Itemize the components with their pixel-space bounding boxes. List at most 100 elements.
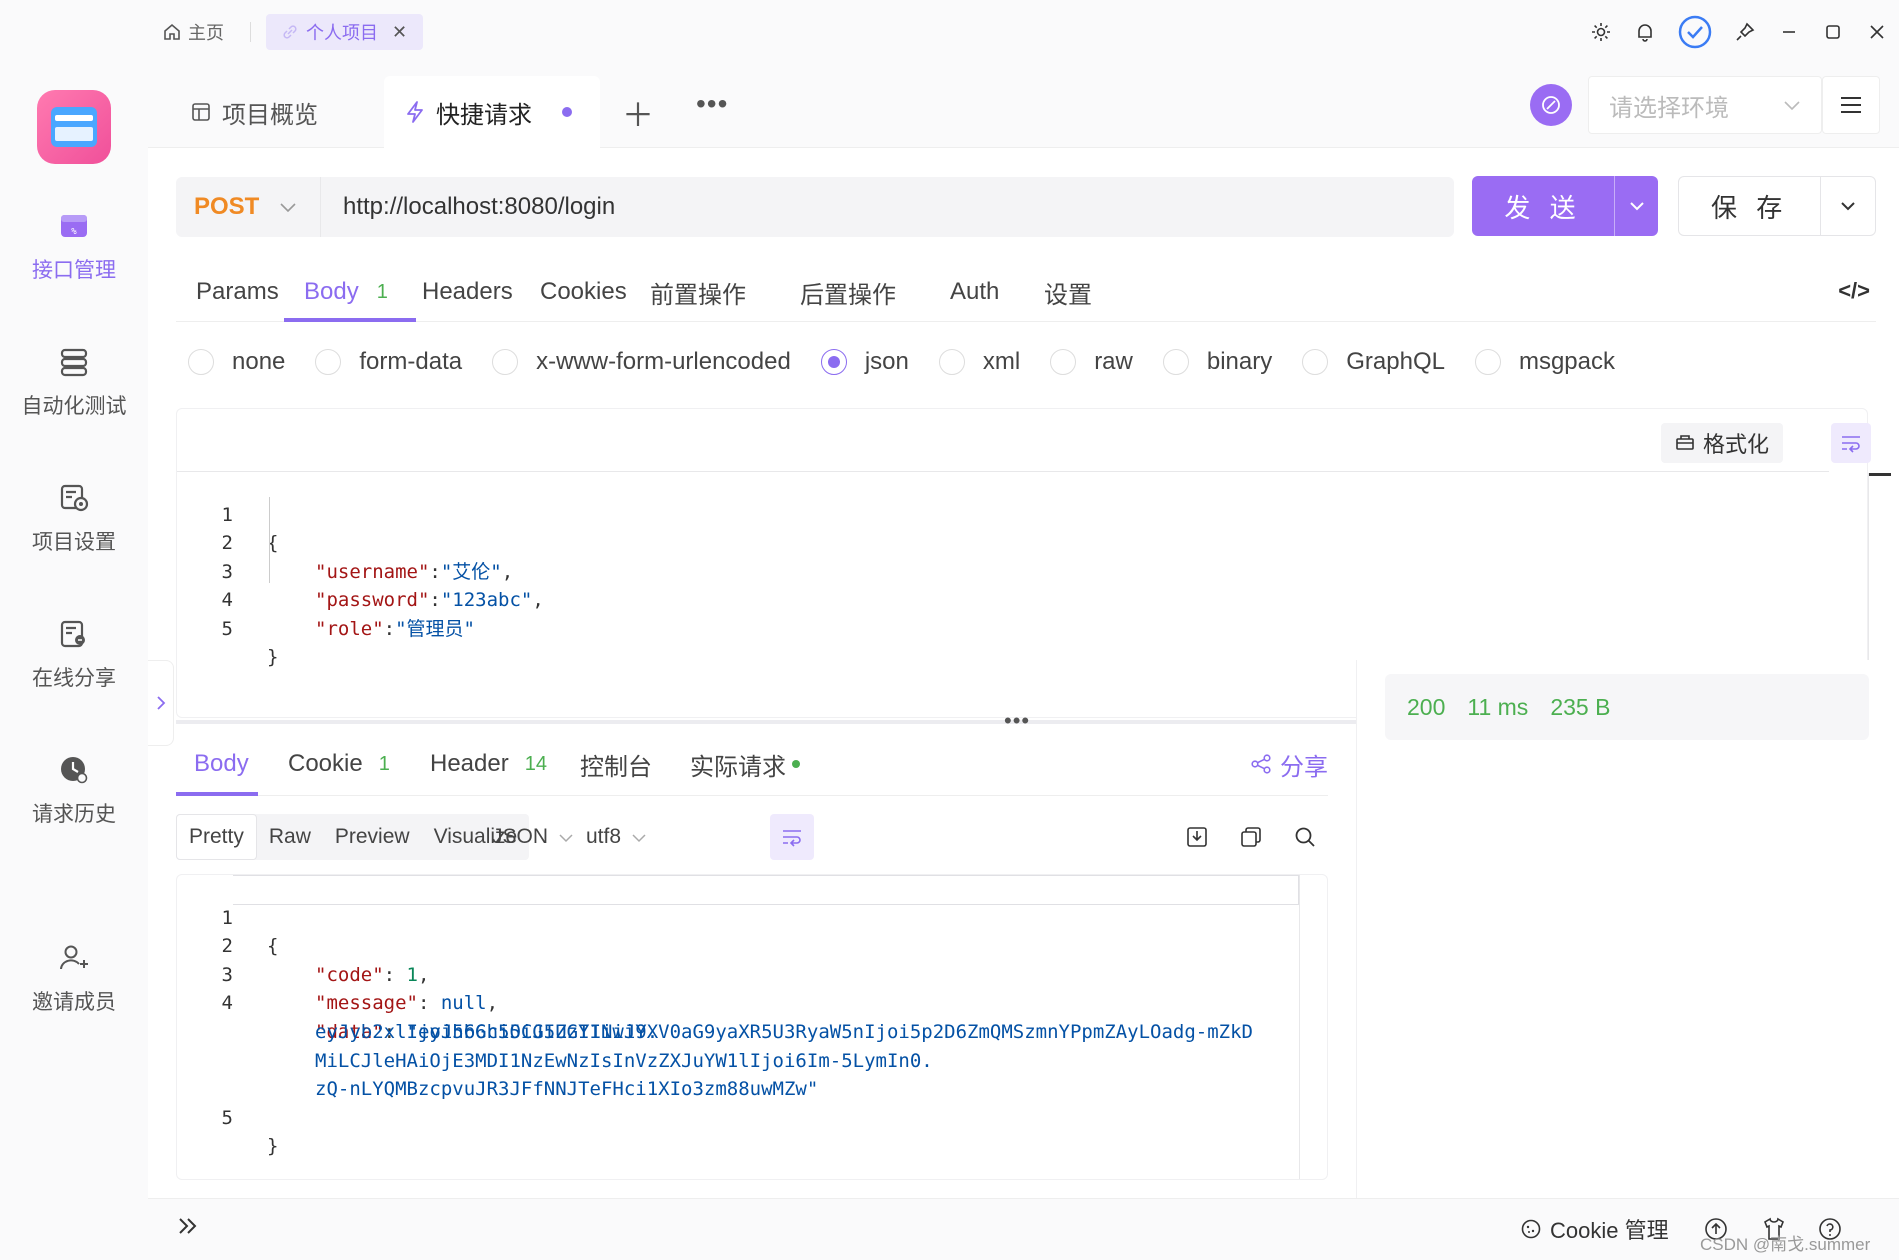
tab-response-body[interactable]: Body	[194, 734, 249, 794]
gear-icon[interactable]	[1579, 12, 1623, 52]
code-line: 4 "data": "eyJhbGciOiJIUzI1NiJ9.	[177, 961, 1299, 1043]
send-button-label: 发 送	[1504, 192, 1582, 223]
hamburger-menu-button[interactable]	[1822, 76, 1880, 134]
title-separator	[250, 22, 251, 42]
response-body-viewer[interactable]: 1 { 2 "code": 1, 3 "message": null, 4 "d…	[176, 874, 1328, 1180]
environment-icon[interactable]	[1530, 84, 1572, 126]
code-view-toggle[interactable]: </>	[1838, 278, 1870, 304]
mode-preview[interactable]: Preview	[323, 814, 422, 860]
radio-xml[interactable]: xml	[938, 348, 1020, 376]
format-select[interactable]: JSON	[492, 814, 574, 860]
tab-pre-operations[interactable]: 前置操作	[650, 262, 746, 322]
radio-graphql[interactable]: GraphQL	[1302, 348, 1445, 376]
tab-console[interactable]: 控制台	[580, 734, 652, 794]
tab-params[interactable]: Params	[196, 262, 279, 322]
method-select[interactable]: POST	[176, 177, 321, 237]
code-line: 5 }	[177, 1075, 1299, 1158]
download-button[interactable]	[1180, 820, 1214, 854]
sidebar-item-automation[interactable]: 自动化测试	[0, 344, 148, 420]
close-icon[interactable]	[1855, 12, 1899, 52]
tab-actual-request[interactable]: 实际请求	[690, 734, 800, 794]
maximize-icon[interactable]	[1811, 12, 1855, 52]
cookie-manager-label: Cookie 管理	[1550, 1218, 1669, 1243]
tab-count-badge: 1	[378, 752, 390, 775]
editor-scroll-marker	[1869, 473, 1891, 476]
sidebar-item-label: 接口管理	[32, 259, 116, 282]
radio-json[interactable]: json	[820, 348, 909, 376]
download-icon	[1187, 827, 1207, 847]
radio-x-www-form-urlencoded[interactable]: x-www-form-urlencoded	[492, 348, 791, 376]
pin-icon[interactable]	[1723, 12, 1767, 52]
close-tab-icon[interactable]: ✕	[392, 22, 407, 43]
radio-binary[interactable]: binary	[1162, 348, 1272, 376]
save-button[interactable]: 保 存	[1678, 176, 1876, 236]
radio-label: none	[232, 348, 286, 375]
radio-raw[interactable]: raw	[1050, 348, 1133, 376]
tab-response-header[interactable]: Header 14	[430, 734, 547, 794]
format-button[interactable]: 格式化	[1661, 423, 1784, 463]
mode-pretty[interactable]: Pretty	[176, 814, 257, 860]
radio-msgpack[interactable]: msgpack	[1474, 348, 1615, 376]
url-input[interactable]: http://localhost:8080/login	[321, 193, 615, 221]
sidebar-item-api-management[interactable]: % 接口管理	[0, 208, 148, 284]
search-icon	[1295, 827, 1315, 847]
code-line: 4 "role":"管理员"	[177, 558, 1829, 640]
chevron-down-icon	[631, 825, 647, 849]
tab-project-overview[interactable]: 项目概览	[170, 76, 338, 148]
unsaved-dot	[562, 107, 572, 117]
code-text: }	[267, 1135, 279, 1158]
encoding-select[interactable]: utf8	[586, 814, 647, 860]
more-tabs-button[interactable]: •••	[696, 88, 728, 120]
add-tab-button[interactable]: ＋	[622, 90, 654, 136]
radio-label: form-data	[359, 348, 463, 375]
response-section: Body Cookie 1 Header 14 控制台 实际请求 分享 Pret…	[176, 726, 1476, 1198]
send-dropdown-button[interactable]	[1615, 200, 1658, 212]
tab-label: Body	[304, 278, 359, 305]
bell-icon[interactable]	[1623, 12, 1667, 52]
expand-sidebar-button[interactable]	[148, 660, 174, 746]
chevron-down-icon	[1783, 91, 1801, 119]
mode-raw[interactable]: Raw	[257, 814, 323, 860]
sidebar-item-project-settings[interactable]: 项目设置	[0, 480, 148, 556]
check-circle-icon[interactable]	[1667, 12, 1723, 52]
search-button[interactable]	[1288, 820, 1322, 854]
copy-button[interactable]	[1234, 820, 1268, 854]
home-tab[interactable]: 主页	[162, 14, 224, 50]
tab-settings[interactable]: 设置	[1044, 262, 1092, 322]
history-icon	[56, 752, 92, 788]
word-wrap-button[interactable]	[1831, 423, 1871, 463]
tab-response-cookie[interactable]: Cookie 1	[288, 734, 390, 794]
app-logo	[37, 90, 111, 164]
sidebar-item-invite-members[interactable]: 邀请成员	[0, 940, 148, 1016]
tab-cookies[interactable]: Cookies	[540, 262, 627, 322]
double-chevron-right-icon	[179, 1218, 197, 1234]
expand-panel-button[interactable]	[176, 1213, 200, 1244]
sidebar-item-request-history[interactable]: 请求历史	[0, 752, 148, 828]
minimize-icon[interactable]	[1767, 12, 1811, 52]
document-tabs: 项目概览 快捷请求 ＋ ••• 请选择环境	[148, 62, 1899, 148]
code-line: 3 "password":"123abc",	[177, 529, 1829, 612]
share-button[interactable]: 分享	[1250, 734, 1328, 794]
chevron-down-icon	[279, 193, 297, 221]
project-tab[interactable]: 个人项目 ✕	[266, 14, 424, 50]
radio-label: json	[864, 348, 909, 375]
send-button[interactable]: 发 送	[1472, 176, 1658, 236]
tab-body[interactable]: Body 1	[304, 262, 388, 322]
sidebar-item-online-share[interactable]: 在线分享	[0, 616, 148, 692]
tab-headers[interactable]: Headers	[422, 262, 513, 322]
home-icon	[164, 23, 180, 40]
radio-label: x-www-form-urlencoded	[536, 348, 791, 375]
tab-auth[interactable]: Auth	[950, 262, 999, 322]
radio-none[interactable]: none	[188, 348, 285, 376]
save-dropdown-button[interactable]	[1821, 200, 1875, 212]
response-wrap-button[interactable]	[770, 814, 814, 860]
tab-quick-request[interactable]: 快捷请求	[384, 76, 600, 148]
cookie-manager-button[interactable]: Cookie 管理	[1520, 1213, 1669, 1245]
response-scrollbar[interactable]	[1299, 875, 1300, 1179]
resize-handle-icon[interactable]: •••	[1004, 708, 1030, 734]
tab-label: 快捷请求	[436, 101, 532, 129]
tab-post-operations[interactable]: 后置操作	[800, 262, 896, 322]
environment-select[interactable]: 请选择环境	[1588, 76, 1822, 134]
indent-guide	[269, 497, 270, 583]
radio-form-data[interactable]: form-data	[315, 348, 462, 376]
